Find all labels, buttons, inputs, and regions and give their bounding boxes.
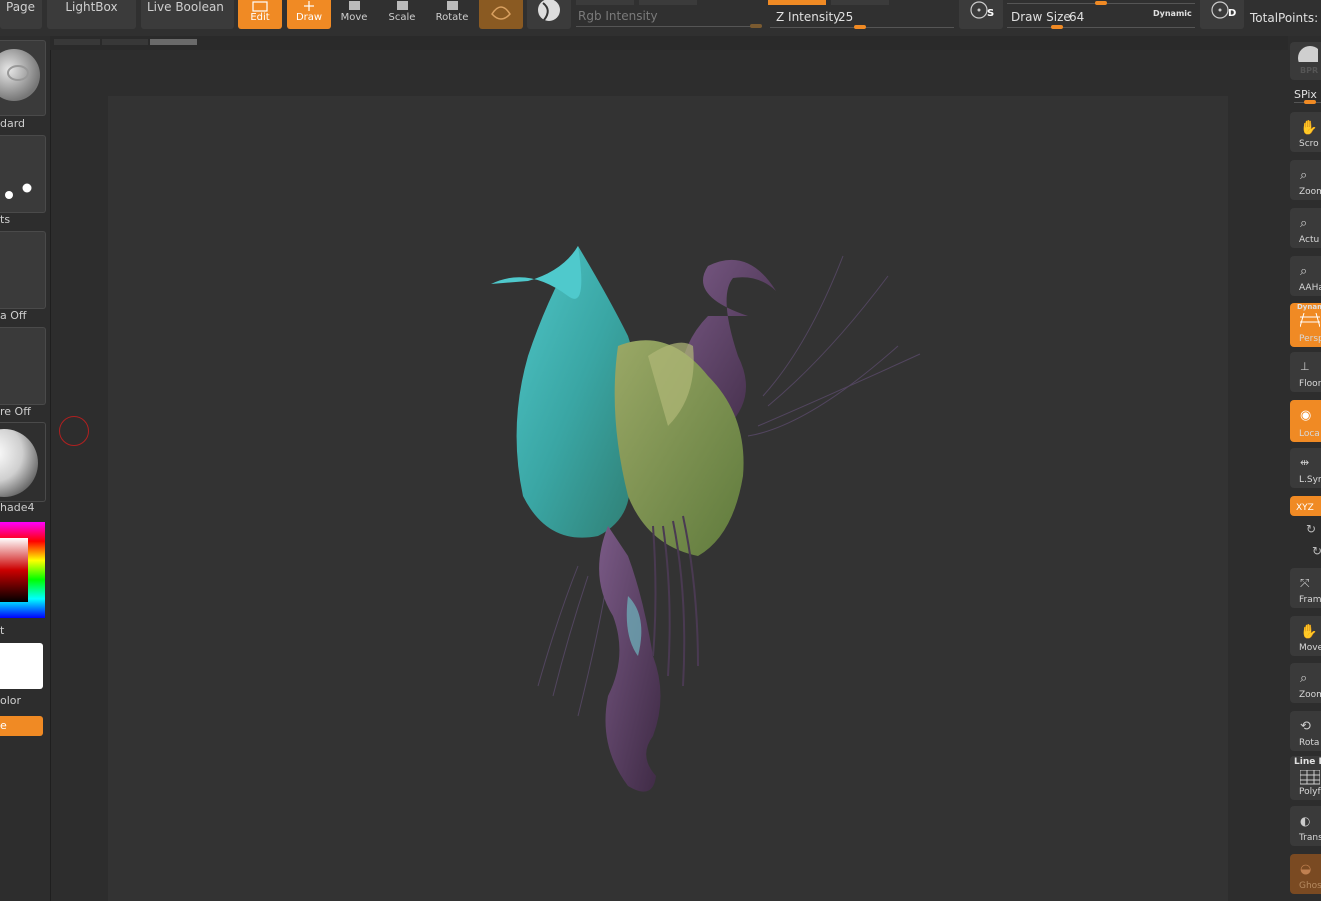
magnifier-icon: ⌕ [1300,671,1308,686]
zoom3d-button[interactable]: ⌕ ZoomS [1290,663,1321,703]
brush-label: dard [0,117,26,130]
document-tabs [54,38,199,46]
doc-tab-active[interactable] [150,39,197,45]
sphere-icon [538,0,560,21]
sphere-outline-icon [491,6,511,20]
spix-slider[interactable] [1304,100,1316,104]
mrgb-button[interactable] [479,0,523,29]
rotate-icon: ⟲ [1300,719,1311,734]
move-button[interactable]: Move [332,0,376,29]
frame-icon: ⤧ [1300,576,1310,590]
magnifier-icon: ⌕ [1300,264,1308,279]
page-button[interactable]: Page [0,0,42,29]
magnifier-icon: ⌕ [1300,168,1308,183]
xyz-button[interactable]: XYZ [1290,496,1321,516]
lsym-button[interactable]: ⇹ L.Sym [1290,448,1321,488]
local-button[interactable]: ◉ Loca [1290,400,1321,442]
hand-icon: ✋ [1300,624,1318,640]
polyframe-button[interactable]: Line F Polyf [1290,756,1321,800]
symmetry-icon: ⇹ [1300,456,1310,469]
rotate-button[interactable]: Rotate [430,0,474,29]
rotate-z-icon[interactable]: ↻ [1312,544,1321,558]
perspective-button[interactable]: Dynam Persp [1290,303,1321,347]
material-sphere-icon [0,429,38,497]
left-shelf: dard ts a Off re Off hade4 t olor e [0,36,50,901]
total-points-readout: TotalPoints: 3 [1250,11,1321,25]
brush-cursor [59,416,89,446]
scale-button[interactable]: Scale [380,0,424,29]
zadd-button[interactable] [527,0,571,29]
stroke-label: ts [0,213,11,226]
color-wheel-icon [0,522,45,618]
target-icon [1211,1,1229,19]
aahalf-button[interactable]: ⌕ AAHa [1290,256,1321,296]
material-thumbnail[interactable] [0,422,46,502]
grid-icon [1300,770,1320,785]
target-icon [970,1,988,19]
rgb-intensity-slider[interactable]: Rgb Intensity [576,0,764,30]
brush-preview-icon [0,49,40,101]
bpr-sphere-icon [1298,46,1318,62]
draw-button[interactable]: Draw [287,0,331,29]
sculpt-model [491,246,921,792]
color-picker[interactable] [0,522,46,618]
stroke-thumbnail[interactable] [0,135,46,213]
perspective-grid-icon [1300,313,1320,328]
focal-shift-button[interactable]: S [959,0,1003,29]
top-toolbar: Page LightBox Live Boolean Edit Draw Mov… [0,0,1321,36]
transparency-icon: ◐ [1300,814,1311,828]
dynamic-toggle[interactable]: Dynamic [1153,9,1192,18]
magnifier-icon: ⌕ [1300,216,1308,231]
color-label: olor [0,694,22,707]
brush-thumbnail[interactable] [0,40,46,116]
texture-label: re Off [0,405,31,418]
switch-color-button[interactable]: e [0,716,43,736]
doc-tab[interactable] [54,39,100,45]
rotate-y-icon[interactable]: ↻ [1306,522,1316,536]
dots-stroke-icon [5,183,32,199]
transp-button[interactable]: ◐ Trans [1290,806,1321,846]
zoom-button[interactable]: ⌕ Zoom [1290,160,1321,200]
actual-button[interactable]: ⌕ Actu [1290,208,1321,248]
rotate-view-button[interactable]: ⟲ Rota [1290,711,1321,751]
alpha-label: a Off [0,309,27,322]
document-canvas[interactable] [108,96,1228,901]
move-view-button[interactable]: ✋ Move [1290,616,1321,656]
main-color-swatch[interactable] [0,643,43,689]
material-label: hade4 [0,501,35,514]
doc-tab[interactable] [102,39,148,45]
floor-icon: ⊥ [1300,360,1310,373]
z-intensity-slider[interactable]: Z Intensity 25 [768,0,954,30]
texture-thumbnail[interactable] [0,327,46,405]
edit-button[interactable]: Edit [238,0,282,29]
right-shelf: BPR SPix ✋ Scro ⌕ Zoom ⌕ Actu ⌕ AAHa Dyn… [1288,36,1321,901]
alpha-thumbnail[interactable] [0,231,46,309]
ghost-button[interactable]: ◒ Ghost [1290,854,1321,894]
scroll-button[interactable]: ✋ Scro [1290,112,1321,152]
bpr-button[interactable]: BPR [1290,42,1321,80]
draw-size-slider[interactable]: Draw Size 64 Dynamic [1007,0,1197,30]
hand-icon: ✋ [1300,120,1318,136]
live-boolean-button[interactable]: Live Boolean [141,0,234,29]
floor-button[interactable]: ⊥ Floor [1290,352,1321,392]
ghost-icon: ◒ [1300,862,1312,877]
lightbox-button[interactable]: LightBox [47,0,136,29]
frame-button[interactable]: ⤧ Fram [1290,568,1321,608]
gradient-label: t [0,624,5,637]
local-icon: ◉ [1300,408,1312,423]
dynamic-toggle-button[interactable]: D [1200,0,1244,29]
